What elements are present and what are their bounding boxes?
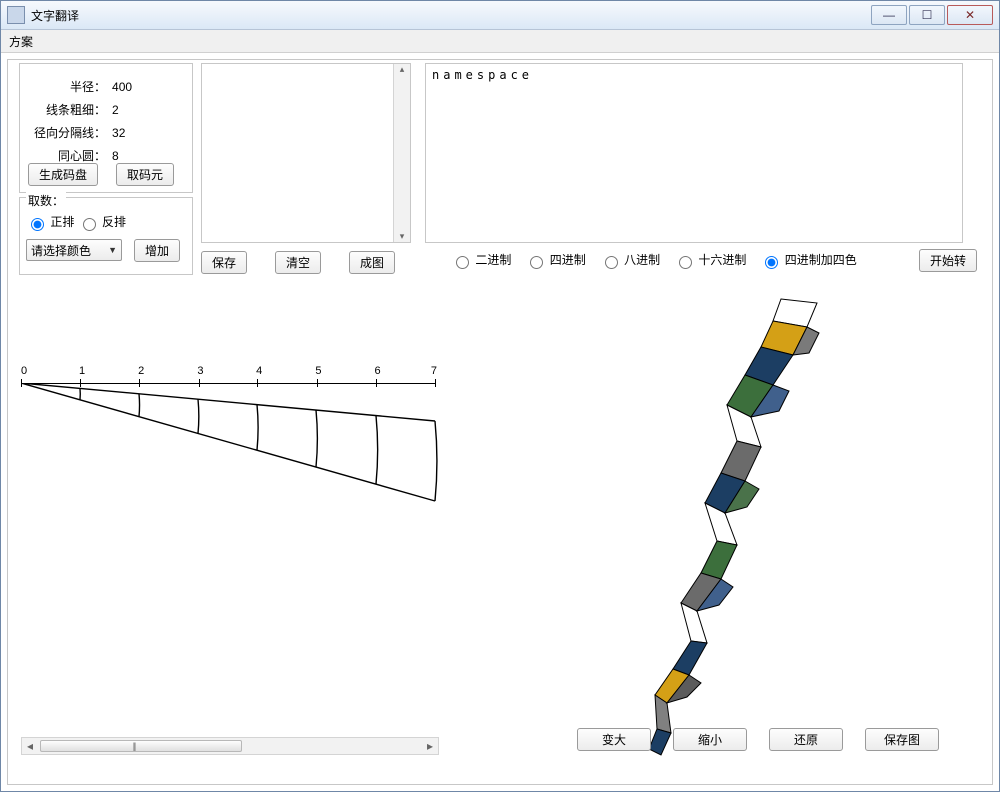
maximize-icon: ☐ bbox=[922, 8, 933, 22]
radius-label: 半径： bbox=[32, 76, 108, 97]
left-canvas-pane: 0 1 2 3 4 5 6 7 bbox=[15, 283, 445, 763]
radio-quaternary[interactable]: 四进制 bbox=[525, 251, 585, 269]
save-button[interactable]: 保存 bbox=[201, 251, 247, 274]
color-sliver-graphic bbox=[613, 297, 873, 761]
qushu-legend: 取数： bbox=[26, 192, 66, 209]
minimize-icon: — bbox=[883, 8, 895, 22]
scroll-left-icon[interactable]: ◂ bbox=[22, 739, 38, 753]
add-button[interactable]: 增加 bbox=[134, 239, 180, 262]
client-area: 半径：400 线条粗细：2 径向分隔线：32 同心圆：8 生成码盘 取码元 取数… bbox=[1, 53, 999, 791]
radio-octal[interactable]: 八进制 bbox=[600, 251, 660, 269]
scroll-right-icon[interactable]: ▸ bbox=[422, 739, 438, 753]
left-textarea[interactable]: ▴ ▾ bbox=[201, 63, 411, 243]
clear-button[interactable]: 清空 bbox=[275, 251, 321, 274]
right-textarea[interactable]: namespace bbox=[425, 63, 963, 243]
qushu-group: 取数： 正排 反排 请选择颜色 ▼ 增加 bbox=[19, 197, 193, 275]
color-combo-text: 请选择颜色 bbox=[31, 242, 91, 259]
radial-value: 32 bbox=[110, 122, 134, 143]
minimize-button[interactable]: — bbox=[871, 5, 907, 25]
ruler-tick-7: 7 bbox=[431, 365, 437, 377]
chevron-down-icon: ▼ bbox=[108, 245, 117, 255]
wedge-diagram bbox=[21, 383, 441, 523]
param-group: 半径：400 线条粗细：2 径向分隔线：32 同心圆：8 生成码盘 取码元 bbox=[19, 63, 193, 193]
scroll-up-icon[interactable]: ▴ bbox=[400, 64, 405, 75]
window-title: 文字翻译 bbox=[31, 7, 79, 24]
ruler-tick-6: 6 bbox=[375, 365, 381, 377]
pick-code-button[interactable]: 取码元 bbox=[116, 163, 174, 186]
ruler-tick-5: 5 bbox=[315, 365, 321, 377]
close-button[interactable]: ✕ bbox=[947, 5, 993, 25]
app-window: 文字翻译 — ☐ ✕ 方案 半径：400 线条粗细：2 径向分隔线：32 同心圆… bbox=[0, 0, 1000, 792]
ruler-tick-2: 2 bbox=[138, 365, 144, 377]
restore-button[interactable]: 还原 bbox=[769, 728, 843, 751]
ruler-tick-1: 1 bbox=[79, 365, 85, 377]
right-canvas-pane: 变大 缩小 还原 保存图 bbox=[453, 283, 961, 763]
coding-radio-row: 二进制 四进制 八进制 十六进制 四进制加四色 bbox=[451, 251, 867, 269]
app-icon bbox=[7, 6, 25, 24]
thickness-value: 2 bbox=[110, 99, 134, 120]
zoom-in-button[interactable]: 变大 bbox=[577, 728, 651, 751]
radio-binary[interactable]: 二进制 bbox=[451, 251, 511, 269]
scrollbar-thumb[interactable] bbox=[40, 740, 242, 752]
color-combo[interactable]: 请选择颜色 ▼ bbox=[26, 239, 122, 261]
ruler-tick-3: 3 bbox=[197, 365, 203, 377]
ruler-tick-0: 0 bbox=[21, 365, 27, 377]
radial-label: 径向分隔线： bbox=[32, 122, 108, 143]
radio-hex[interactable]: 十六进制 bbox=[674, 251, 746, 269]
radius-value: 400 bbox=[110, 76, 134, 97]
zoom-out-button[interactable]: 缩小 bbox=[673, 728, 747, 751]
ruler-tick-4: 4 bbox=[256, 365, 262, 377]
menubar: 方案 bbox=[1, 30, 999, 53]
left-textarea-scrollbar[interactable]: ▴ ▾ bbox=[393, 64, 410, 242]
scroll-down-icon[interactable]: ▾ bbox=[400, 231, 405, 242]
titlebar[interactable]: 文字翻译 — ☐ ✕ bbox=[1, 1, 999, 30]
generate-disk-button[interactable]: 生成码盘 bbox=[28, 163, 98, 186]
thickness-label: 线条粗细： bbox=[32, 99, 108, 120]
zoom-button-row: 变大 缩小 还原 保存图 bbox=[577, 728, 939, 751]
save-image-button[interactable]: 保存图 bbox=[865, 728, 939, 751]
left-horizontal-scrollbar[interactable]: ◂ ||| ▸ bbox=[21, 737, 439, 755]
draw-button[interactable]: 成图 bbox=[349, 251, 395, 274]
start-spin-button[interactable]: 开始转 bbox=[919, 249, 977, 272]
scrollbar-track[interactable]: ||| bbox=[38, 738, 422, 754]
radio-quaternary-4color[interactable]: 四进制加四色 bbox=[760, 251, 856, 269]
close-icon: ✕ bbox=[965, 8, 975, 22]
maximize-button[interactable]: ☐ bbox=[909, 5, 945, 25]
reverse-radio[interactable]: 反排 bbox=[78, 215, 126, 229]
right-textarea-content: namespace bbox=[432, 68, 533, 82]
menu-item-plan[interactable]: 方案 bbox=[9, 33, 33, 50]
forward-radio[interactable]: 正排 bbox=[26, 215, 74, 229]
mid-button-row: 保存 清空 成图 bbox=[201, 251, 395, 274]
